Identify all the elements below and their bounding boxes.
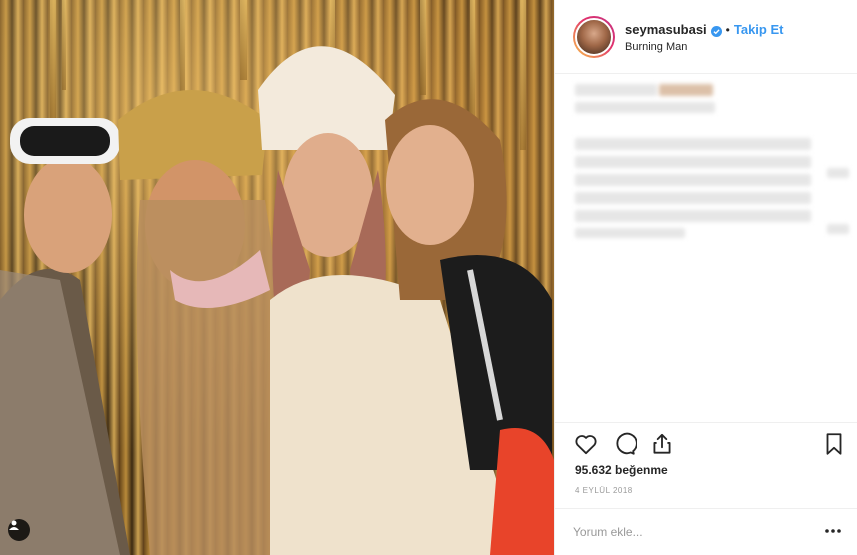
post-side-panel: seymasubasi • Takip Et Burning Man 95.63… [554,0,857,555]
comment-bar [555,508,857,555]
verified-badge-icon [710,24,722,37]
like-count[interactable]: 95.632 beğenme [575,463,668,477]
user-row: seymasubasi • Takip Et [625,22,783,37]
avatar[interactable] [573,16,615,58]
post-actions [555,422,857,462]
photo-illustration [0,0,554,555]
follow-button[interactable]: Takip Et [734,22,784,37]
caption-blurred [555,74,857,414]
comment-icon[interactable] [611,431,638,457]
post-photo[interactable] [0,0,554,555]
comment-input[interactable] [573,521,803,543]
bookmark-icon[interactable] [821,431,847,457]
username[interactable]: seymasubasi [625,22,707,37]
separator-dot: • [725,22,730,37]
more-options-icon[interactable] [823,523,843,539]
heart-icon[interactable] [573,431,599,457]
share-icon[interactable] [649,431,675,457]
tag-user-icon[interactable] [8,519,30,541]
post-header: seymasubasi • Takip Et Burning Man [555,0,857,74]
location-link[interactable]: Burning Man [625,41,687,53]
post-date[interactable]: 4 Eylül 2018 [575,486,633,495]
